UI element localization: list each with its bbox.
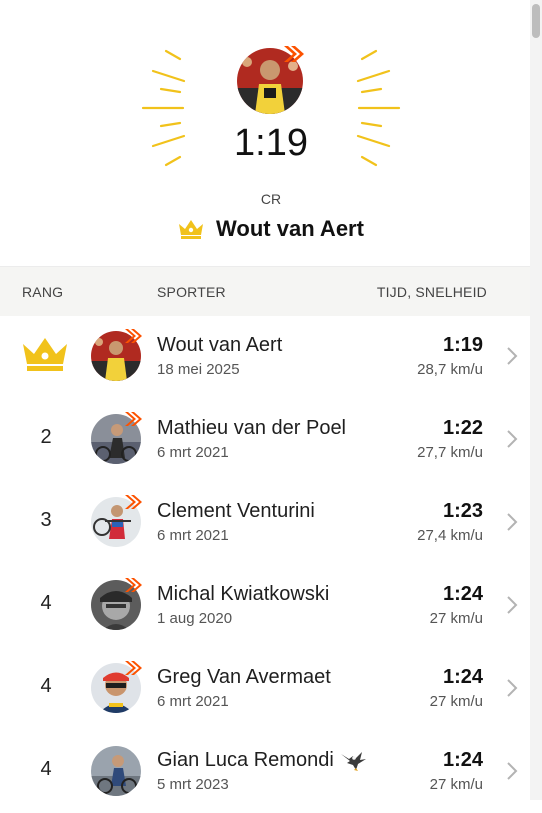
rank-number: 3	[40, 509, 52, 531]
record-label: CR	[260, 191, 282, 207]
athlete-name[interactable]: Greg Van Avermaet	[157, 666, 331, 689]
effort-date: 6 mrt 2021	[157, 444, 229, 461]
effort-speed: 28,7 km/u	[417, 361, 483, 378]
column-header-rank: RANG	[22, 284, 64, 300]
column-header-time-speed: TIJD, SNELHEID	[376, 284, 487, 300]
leaderboard-hero: 1:19 CR Wout van Aert	[0, 0, 542, 266]
effort-date: 18 mei 2025	[157, 361, 240, 378]
eagle-icon	[340, 751, 366, 771]
rank-number: 4	[40, 758, 52, 780]
record-time: 1:19	[234, 122, 308, 164]
effort-speed: 27 km/u	[429, 610, 483, 627]
effort-speed: 27,7 km/u	[417, 444, 483, 461]
effort-time: 1:23	[442, 500, 483, 522]
effort-time: 1:24	[442, 749, 483, 771]
leaderboard-header: RANG SPORTER TIJD, SNELHEID	[0, 266, 530, 316]
leaderboard-row[interactable]: Wout van Aert 18 mei 2025 1:19 28,7 km/u	[0, 315, 530, 398]
effort-speed: 27,4 km/u	[417, 527, 483, 544]
strava-badge-icon	[125, 578, 142, 592]
chevron-right-icon[interactable]	[506, 346, 518, 366]
athlete-name[interactable]: Michal Kwiatkowski	[157, 583, 329, 606]
crown-icon	[23, 338, 67, 371]
strava-badge-icon	[125, 412, 142, 426]
leaderboard-row[interactable]: 4 Gian Luca Remondi 5 mrt 2023 1:24 27 k…	[0, 730, 530, 813]
athlete-name[interactable]: Mathieu van der Poel	[157, 417, 346, 440]
effort-time: 1:19	[442, 334, 483, 356]
athlete-name[interactable]: Gian Luca Remondi	[157, 749, 368, 772]
scrollbar-thumb[interactable]	[532, 4, 540, 38]
strava-badge-icon	[125, 329, 142, 343]
effort-date: 5 mrt 2023	[157, 776, 229, 793]
athlete-name-text: Gian Luca Remondi	[157, 749, 334, 771]
effort-time: 1:24	[442, 666, 483, 688]
leaderboard-row[interactable]: 4 Michal Kwiatkowski 1 aug 2020 1:24 27 …	[0, 564, 530, 647]
leaderboard-row[interactable]: 4 Greg Van Avermaet 6 mrt 2021 1:24 27 k…	[0, 647, 530, 730]
rank-number: 4	[40, 675, 52, 697]
effort-time: 1:22	[442, 417, 483, 439]
effort-date: 1 aug 2020	[157, 610, 233, 627]
column-header-athlete: SPORTER	[157, 284, 226, 300]
chevron-right-icon[interactable]	[506, 678, 518, 698]
chevron-right-icon[interactable]	[506, 595, 518, 615]
chevron-right-icon[interactable]	[506, 512, 518, 532]
leaderboard-list: Wout van Aert 18 mei 2025 1:19 28,7 km/u…	[0, 315, 530, 813]
record-holder-name[interactable]: Wout van Aert	[216, 216, 364, 242]
strava-badge-icon	[125, 661, 142, 675]
effort-speed: 27 km/u	[429, 776, 483, 793]
effort-date: 6 mrt 2021	[157, 693, 229, 710]
chevron-right-icon[interactable]	[506, 429, 518, 449]
scrollbar[interactable]	[530, 0, 542, 800]
leaderboard-row[interactable]: 3 Clement Venturini 6 mrt 2021 1:23 27,4…	[0, 481, 530, 564]
strava-badge-icon	[125, 495, 142, 509]
rank-number: 4	[40, 592, 52, 614]
effort-time: 1:24	[442, 583, 483, 605]
chevron-right-icon[interactable]	[506, 761, 518, 781]
effort-speed: 27 km/u	[429, 693, 483, 710]
athlete-name[interactable]: Clement Venturini	[157, 500, 315, 523]
rank-number: 2	[40, 426, 52, 448]
strava-badge-icon	[284, 46, 304, 62]
crown-icon	[179, 220, 204, 239]
leaderboard-row[interactable]: 2 Mathieu van der Poel 6 mrt 2021 1:22 2…	[0, 398, 530, 481]
athlete-avatar[interactable]	[91, 746, 141, 796]
athlete-name[interactable]: Wout van Aert	[157, 334, 282, 357]
effort-date: 6 mrt 2021	[157, 527, 229, 544]
